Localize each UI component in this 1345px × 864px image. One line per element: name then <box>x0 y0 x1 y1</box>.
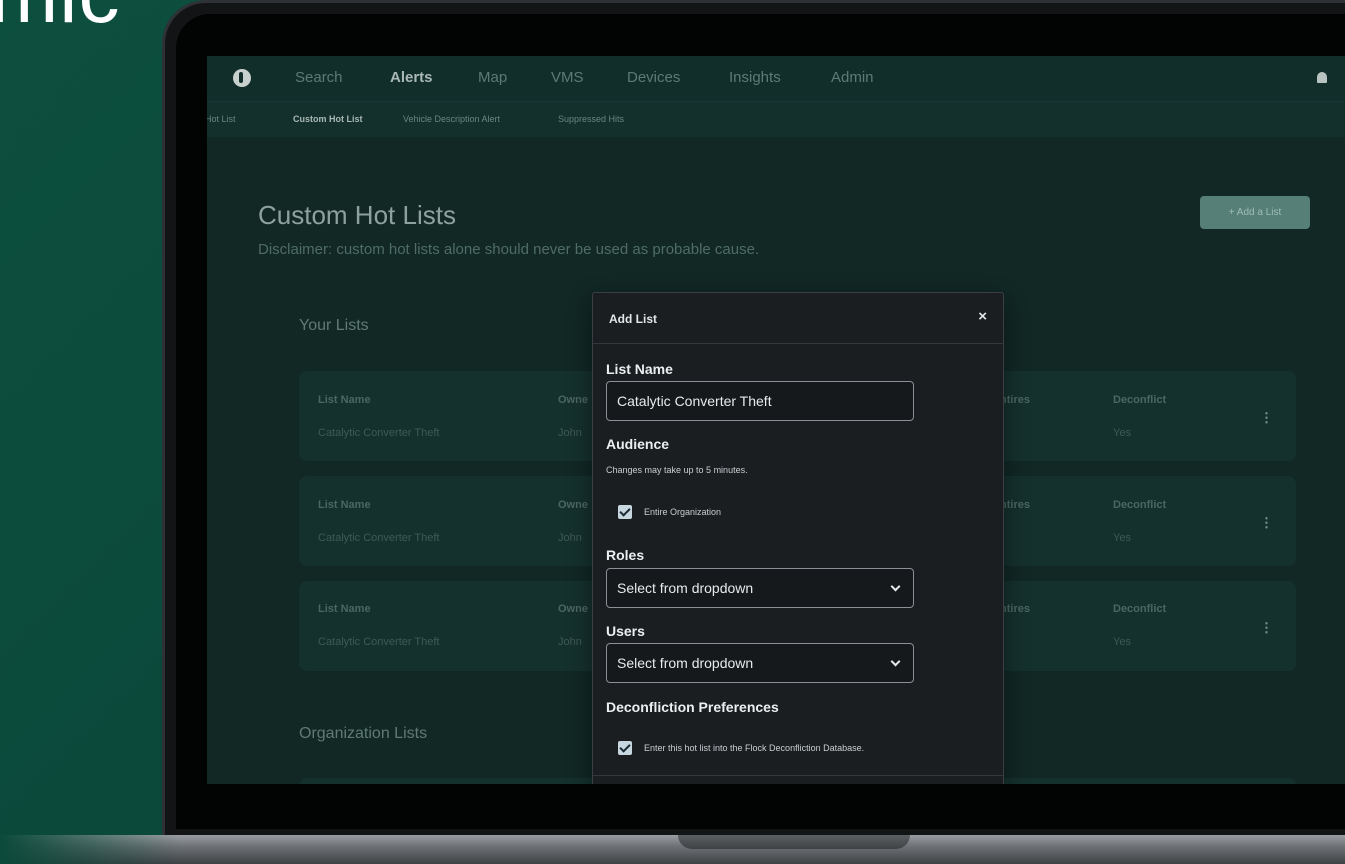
nav-map[interactable]: Map <box>478 69 507 86</box>
subnav-custom-hot-list[interactable]: Custom Hot List <box>293 114 363 124</box>
sub-navigation: Hot List Custom Hot List Vehicle Descrip… <box>207 101 1345 137</box>
subnav-vehicle-description-alert[interactable]: Vehicle Description Alert <box>403 114 500 124</box>
nav-vms[interactable]: VMS <box>551 69 584 86</box>
nav-search[interactable]: Search <box>295 69 343 86</box>
list-owner-header: Owne <box>558 394 588 406</box>
list-name-label: List Name <box>606 361 673 377</box>
list-owner-header: Owne <box>558 603 588 615</box>
users-label: Users <box>606 623 645 639</box>
nav-insights[interactable]: Insights <box>729 69 781 86</box>
list-deconflict-header: Deconflict <box>1113 499 1167 511</box>
chevron-down-icon <box>890 656 901 667</box>
subnav-hot-list[interactable]: Hot List <box>207 114 236 124</box>
entire-organization-checkbox[interactable] <box>618 505 632 519</box>
list-deconflict-value: Yes <box>1113 427 1131 439</box>
nav-devices[interactable]: Devices <box>627 69 680 86</box>
list-deconflict-value: Yes <box>1113 636 1131 648</box>
list-deconflict-header: Deconflict <box>1113 394 1167 406</box>
list-name-value: Catalytic Converter Theft <box>318 636 440 648</box>
laptop-base-fade <box>0 835 180 864</box>
roles-select-value: Select from dropdown <box>617 580 754 596</box>
deconfliction-checkbox[interactable] <box>618 741 632 755</box>
modal-title: Add List <box>609 312 657 326</box>
nav-admin[interactable]: Admin <box>831 69 874 86</box>
modal-header: Add List × <box>593 293 1003 344</box>
page-title: Custom Hot Lists <box>258 200 456 230</box>
list-owner-value: John <box>558 427 582 439</box>
kebab-menu-icon[interactable] <box>1265 621 1268 634</box>
top-navigation: Search Alerts Map VMS Devices Insights A… <box>207 56 1345 101</box>
audience-label: Audience <box>606 436 670 452</box>
list-name-value: Catalytic Converter Theft <box>318 532 440 544</box>
add-list-modal: Add List × List Name Audience Changes ma… <box>592 292 1004 784</box>
deconfliction-checkbox-label: Enter this hot list into the Flock Decon… <box>644 743 865 753</box>
close-icon[interactable]: × <box>978 308 987 325</box>
list-name-header: List Name <box>318 394 371 406</box>
list-name-header: List Name <box>318 499 371 511</box>
subnav-suppressed-hits[interactable]: Suppressed Hits <box>558 114 624 124</box>
roles-select[interactable]: Select from dropdown <box>606 568 914 608</box>
page-disclaimer: Disclaimer: custom hot lists alone shoul… <box>258 241 760 258</box>
app-logo-icon[interactable] <box>233 69 251 87</box>
your-lists-title: Your Lists <box>299 317 369 334</box>
organization-lists-title: Organization Lists <box>299 725 428 742</box>
chevron-down-icon <box>890 581 901 592</box>
roles-label: Roles <box>606 547 645 563</box>
add-list-button[interactable]: + Add a List <box>1200 196 1310 229</box>
audience-note: Changes may take up to 5 minutes. <box>606 465 748 475</box>
users-select-value: Select from dropdown <box>617 655 754 671</box>
list-name-field[interactable] <box>606 381 914 421</box>
list-deconflict-value: Yes <box>1113 532 1131 544</box>
list-owner-value: John <box>558 532 582 544</box>
list-expires-header: ntires <box>1000 603 1030 615</box>
bell-icon[interactable] <box>1317 72 1327 83</box>
list-expires-header: ntires <box>1000 394 1030 406</box>
laptop-base <box>0 835 1345 864</box>
list-deconflict-header: Deconflict <box>1113 603 1167 615</box>
list-owner-header: Owne <box>558 499 588 511</box>
modal-divider <box>593 775 1003 776</box>
background-headline-fragment: mic <box>0 0 121 42</box>
list-expires-header: ntires <box>1000 499 1030 511</box>
nav-alerts[interactable]: Alerts <box>390 69 433 86</box>
entire-organization-label: Entire Organization <box>644 507 722 517</box>
kebab-menu-icon[interactable] <box>1265 411 1268 424</box>
deconfliction-preferences-label: Deconfliction Preferences <box>606 699 779 715</box>
list-name-value: Catalytic Converter Theft <box>318 427 440 439</box>
users-select[interactable]: Select from dropdown <box>606 643 914 683</box>
list-owner-value: John <box>558 636 582 648</box>
list-name-input[interactable] <box>617 393 903 409</box>
kebab-menu-icon[interactable] <box>1265 516 1268 529</box>
list-name-header: List Name <box>318 603 371 615</box>
app-screen: Search Alerts Map VMS Devices Insights A… <box>207 56 1345 784</box>
laptop-base-notch <box>678 835 910 849</box>
